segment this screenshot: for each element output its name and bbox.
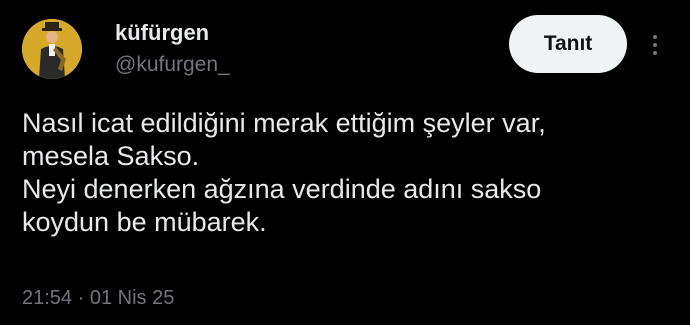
tweet-text: Nasıl icat edildiğini merak ettiğim şeyl…: [22, 107, 672, 239]
tweet-card: küfürgen @kufurgen_ Tanıt Nasıl icat edi…: [0, 0, 690, 325]
tweet-text-line: mesela Sakso.: [22, 141, 200, 171]
avatar[interactable]: [22, 19, 82, 79]
tweet-text-line: koydun be mübarek.: [22, 207, 267, 237]
profile-photo-icon: [22, 19, 82, 79]
more-vertical-icon-dot: [653, 43, 657, 47]
display-name[interactable]: küfürgen: [115, 20, 209, 46]
user-handle[interactable]: @kufurgen_: [115, 53, 230, 77]
tweet-text-line: Neyi denerken ağzına verdinde adını saks…: [22, 174, 542, 204]
more-options-button[interactable]: [643, 30, 667, 60]
follow-button[interactable]: Tanıt: [509, 15, 627, 73]
tweet-text-line: Nasıl icat edildiğini merak ettiğim şeyl…: [22, 108, 546, 138]
tweet-timestamp[interactable]: 21:54 · 01 Nis 25: [22, 287, 174, 310]
more-vertical-icon-dot: [653, 51, 657, 55]
more-vertical-icon: [653, 35, 657, 39]
